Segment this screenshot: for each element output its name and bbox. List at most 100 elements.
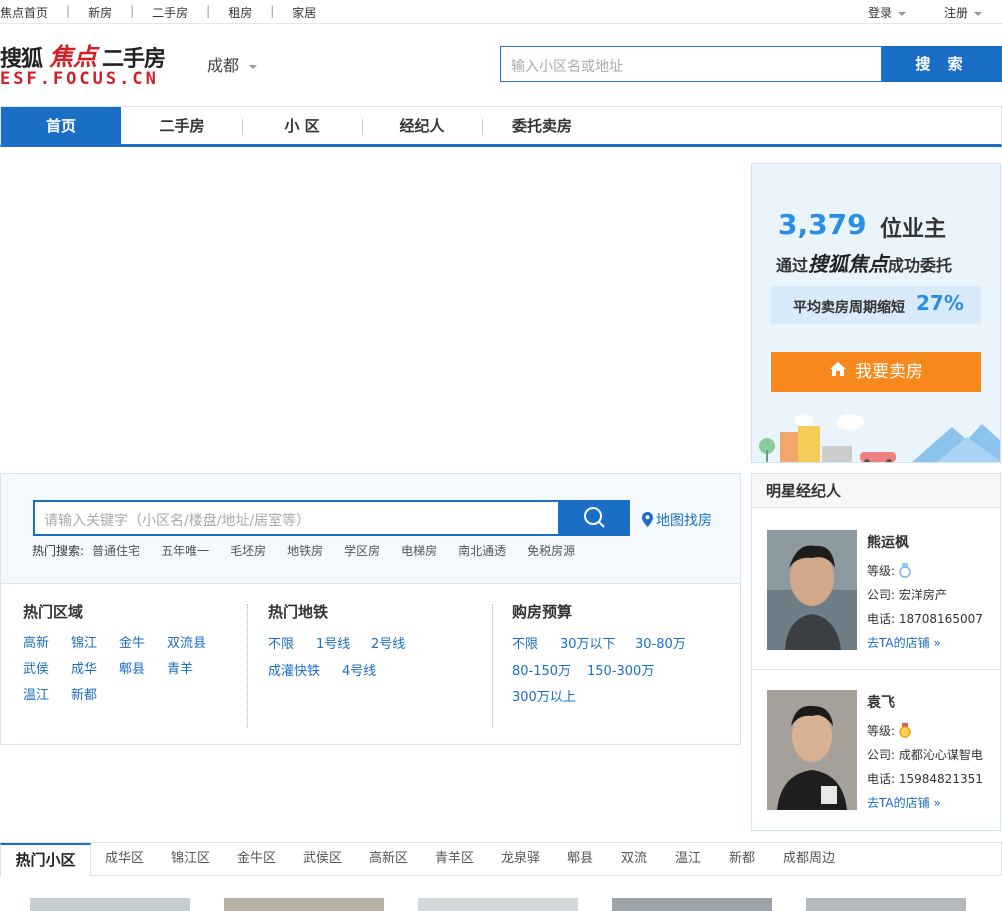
purchase-budget-title: 购房预算 (512, 603, 573, 621)
hot-metro-title: 热门地铁 (268, 603, 329, 621)
area-link[interactable]: 高新 (23, 632, 49, 651)
budget-link[interactable]: 150-300万 (587, 660, 654, 679)
hot-tag[interactable]: 免税房源 (527, 542, 575, 559)
agent-card: 袁飞 等级: 公司: 成都沁心谋智电 电话: 15984821351 去TA的店… (767, 690, 999, 810)
logo-focus-text: 焦点 (49, 43, 97, 71)
agent-photo[interactable] (767, 690, 857, 810)
agent-name[interactable]: 熊运枫 (867, 532, 909, 552)
metro-link[interactable]: 4号线 (342, 660, 376, 679)
tab-district[interactable]: 高新区 (369, 843, 408, 875)
tab-district[interactable]: 郫县 (567, 843, 593, 875)
tab-district[interactable]: 温江 (675, 843, 701, 875)
community-thumbnail[interactable] (418, 898, 578, 911)
hot-search-tags: 热门搜索: 普通住宅 五年唯一 毛坯房 地铁房 学区房 电梯房 南北通透 免税房… (32, 542, 596, 559)
sell-house-label: 我要卖房 (855, 362, 923, 382)
community-thumbnail[interactable] (224, 898, 384, 911)
top-links: 焦点首页 | 新房 | 二手房 | 租房 | 家居 (0, 4, 316, 21)
area-link[interactable]: 成华 (71, 658, 97, 677)
area-link[interactable]: 双流县 (167, 632, 206, 651)
community-thumbnail[interactable] (612, 898, 772, 911)
top-link-home-decor[interactable]: 家居 (292, 4, 316, 21)
site-logo[interactable]: 搜狐 焦点 二手房 ESF.FOCUS.CN (0, 37, 185, 93)
main-nav: 首页 二手房 小 区 经纪人 委托卖房 (0, 106, 1002, 147)
keyword-search-input[interactable]: 请输入关键字（小区名/楼盘/地址/居室等） (33, 500, 560, 536)
area-link[interactable]: 郫县 (119, 658, 145, 677)
budget-link[interactable]: 300万以上 (512, 686, 576, 705)
tab-district[interactable]: 成华区 (105, 843, 144, 875)
agent-company-label: 公司: (867, 748, 896, 762)
hot-tag[interactable]: 五年唯一 (161, 542, 209, 559)
area-link[interactable]: 武侯 (23, 658, 49, 677)
metro-link[interactable]: 1号线 (316, 633, 350, 652)
budget-link[interactable]: 不限 (512, 633, 538, 652)
agent-divider (752, 669, 1000, 670)
hot-communities-tabs: 热门小区 成华区 锦江区 金牛区 武侯区 高新区 青羊区 龙泉驿 郫县 双流 温… (0, 842, 1002, 877)
community-thumbnail[interactable] (30, 898, 190, 911)
hot-metro: 热门地铁 不限 1号线 2号线 成灌快铁 4号线 (268, 601, 405, 679)
medal-icon (899, 723, 911, 738)
metro-link[interactable]: 成灌快铁 (268, 660, 320, 679)
login-dropdown[interactable]: 登录 (868, 4, 906, 21)
area-link[interactable]: 温江 (23, 684, 49, 703)
hot-tag[interactable]: 普通住宅 (92, 542, 140, 559)
keyword-search-button[interactable] (560, 500, 630, 536)
agent-level-label: 等级: (867, 564, 896, 578)
map-search-label: 地图找房 (656, 513, 712, 529)
budget-link[interactable]: 30-80万 (635, 633, 686, 652)
nav-agents[interactable]: 经纪人 (362, 107, 482, 145)
top-search-input[interactable]: 输入小区名或地址 (500, 46, 882, 82)
city-selector[interactable]: 成都 (207, 52, 258, 76)
agent-photo[interactable] (767, 530, 857, 650)
hot-tag[interactable]: 地铁房 (287, 542, 323, 559)
tab-district[interactable]: 锦江区 (171, 843, 210, 875)
agent-level: 等级: (867, 722, 911, 739)
tab-district[interactable]: 金牛区 (237, 843, 276, 875)
owner-count-unit: 位业主 (880, 217, 947, 242)
nav-entrust-sale[interactable]: 委托卖房 (482, 107, 602, 145)
agent-card: 熊运枫 等级: 公司: 宏洋房产 电话: 18708165007 去TA的店铺 … (767, 530, 999, 650)
tab-district[interactable]: 成都周边 (783, 843, 835, 875)
hot-tag[interactable]: 学区房 (344, 542, 380, 559)
chevron-down-icon (974, 11, 982, 16)
hot-communities: 热门小区 成华区 锦江区 金牛区 武侯区 高新区 青羊区 龙泉驿 郫县 双流 温… (0, 842, 1002, 911)
top-search-button[interactable]: 搜 索 (882, 46, 1002, 82)
budget-link[interactable]: 30万以下 (560, 633, 616, 652)
top-link-rent[interactable]: 租房 (228, 4, 252, 21)
nav-second-hand[interactable]: 二手房 (122, 107, 242, 145)
column-divider (492, 604, 493, 728)
sell-house-button[interactable]: 我要卖房 (771, 352, 981, 392)
agent-shop-link[interactable]: 去TA的店铺 » (867, 634, 941, 651)
hot-tag[interactable]: 电梯房 (401, 542, 437, 559)
hot-tag[interactable]: 南北通透 (458, 542, 506, 559)
account-links: 登录 注册 (830, 4, 982, 21)
top-link-new-homes[interactable]: 新房 (88, 4, 112, 21)
tab-district[interactable]: 双流 (621, 843, 647, 875)
agent-shop-link[interactable]: 去TA的店铺 » (867, 794, 941, 811)
metro-link[interactable]: 2号线 (371, 633, 405, 652)
register-label: 注册 (943, 6, 968, 20)
register-dropdown[interactable]: 注册 (944, 4, 982, 21)
community-thumbnail[interactable] (806, 898, 966, 911)
area-link[interactable]: 青羊 (167, 658, 193, 677)
tab-district[interactable]: 龙泉驿 (501, 843, 540, 875)
tab-district[interactable]: 武侯区 (303, 843, 342, 875)
top-link-home[interactable]: 焦点首页 (0, 4, 48, 21)
metro-link[interactable]: 不限 (268, 633, 294, 652)
nav-communities[interactable]: 小 区 (242, 107, 362, 145)
agent-company-label: 公司: (867, 588, 896, 602)
map-search-link[interactable]: 地图找房 (642, 510, 712, 530)
purchase-budget: 购房预算 不限 30万以下 30-80万 80-150万 150-300万 30… (512, 601, 686, 705)
top-bar: 焦点首页 | 新房 | 二手房 | 租房 | 家居 登录 注册 (0, 0, 1002, 24)
area-link[interactable]: 新都 (71, 684, 97, 703)
tab-district[interactable]: 新都 (729, 843, 755, 875)
budget-link[interactable]: 80-150万 (512, 660, 571, 679)
nav-home[interactable]: 首页 (1, 107, 121, 145)
agent-level: 等级: (867, 562, 911, 579)
tab-hot-communities[interactable]: 热门小区 (0, 843, 91, 877)
top-link-second-hand[interactable]: 二手房 (152, 4, 188, 21)
hot-tag[interactable]: 毛坯房 (230, 542, 266, 559)
tab-district[interactable]: 青羊区 (435, 843, 474, 875)
area-link[interactable]: 锦江 (71, 632, 97, 651)
agent-name[interactable]: 袁飞 (867, 692, 895, 712)
area-link[interactable]: 金牛 (119, 632, 145, 651)
